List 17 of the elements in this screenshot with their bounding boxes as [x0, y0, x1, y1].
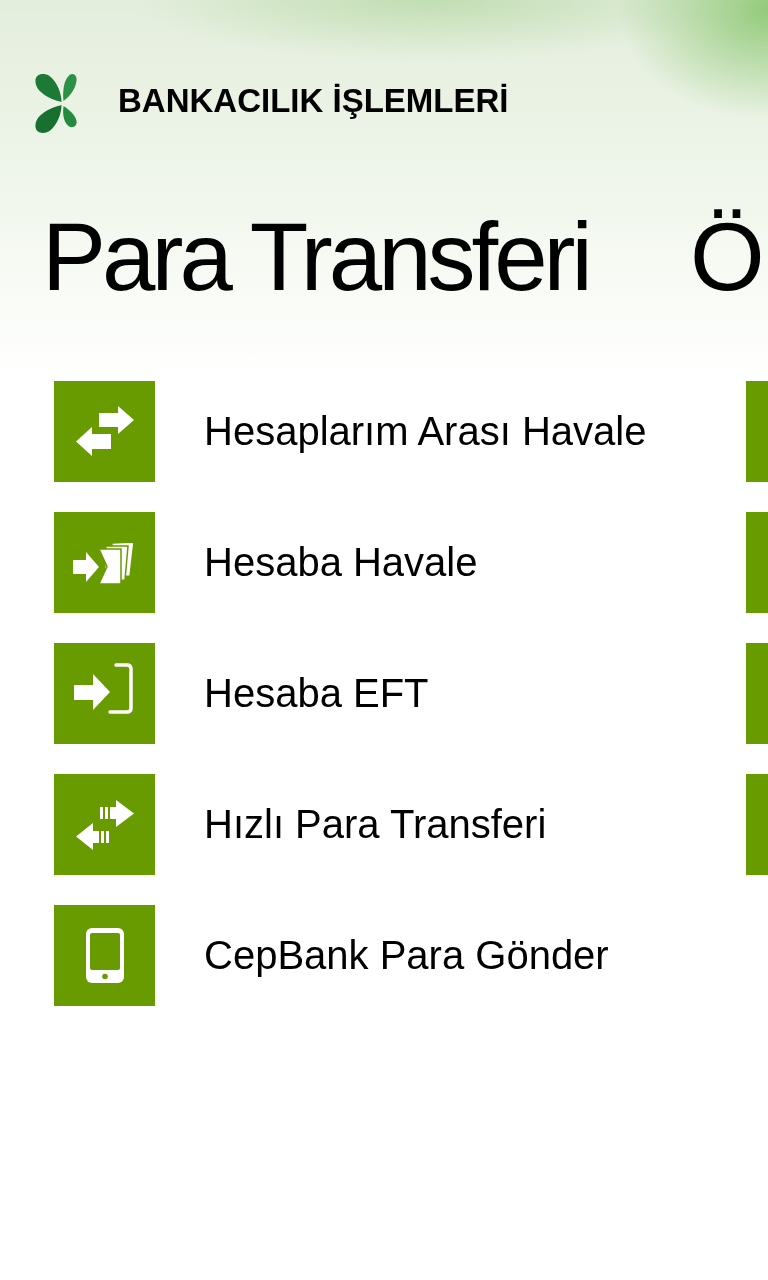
exchange-arrows-icon: [54, 381, 155, 482]
section-title: Para Transferi: [42, 209, 589, 305]
menu-item[interactable]: Hesaplarım Arası Havale: [54, 381, 647, 482]
fast-exchange-arrows-icon: [54, 774, 155, 875]
section-title: Ö: [690, 209, 761, 305]
menu-tile[interactable]: [746, 643, 768, 744]
menu-tile[interactable]: [746, 774, 768, 875]
menu-item[interactable]: Hızlı Para Transferi: [54, 774, 547, 875]
menu-item[interactable]: Hesaba Havale: [54, 512, 478, 613]
arrow-to-cards-icon: [54, 512, 155, 613]
menu-tile[interactable]: [746, 381, 768, 482]
mobile-phone-icon: [54, 905, 155, 1006]
menu-item[interactable]: CepBank Para Gönder: [54, 905, 609, 1006]
menu-item[interactable]: Hesaba EFT: [54, 643, 429, 744]
app-title: BANKACILIK İŞLEMLERİ: [118, 84, 509, 117]
clover-logo-icon: [34, 72, 78, 135]
menu-tile[interactable]: [746, 512, 768, 613]
